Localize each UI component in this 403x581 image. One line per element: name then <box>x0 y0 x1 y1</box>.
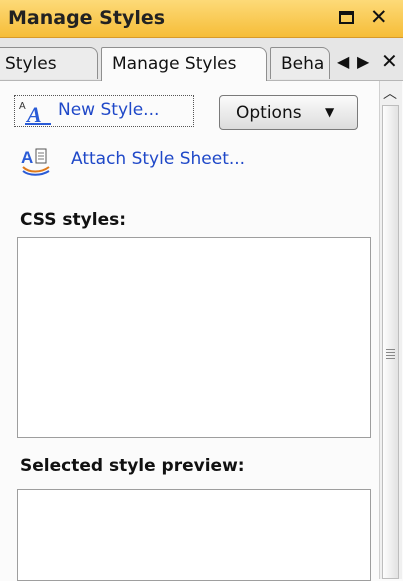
restore-icon[interactable] <box>339 11 354 24</box>
attach-style-sheet-icon: A <box>21 148 50 176</box>
css-styles-list[interactable] <box>17 237 371 438</box>
tab-label: Styles <box>5 54 57 74</box>
new-style-icon: A A <box>19 101 51 126</box>
new-style-label: New Style... <box>58 100 160 120</box>
window-title: Manage Styles <box>8 7 166 29</box>
tab-behaviors[interactable]: Beha <box>270 47 330 79</box>
tab-label: Beha <box>281 54 325 74</box>
grip-icon <box>386 349 395 359</box>
svg-text:A: A <box>21 148 33 167</box>
svg-text:A: A <box>25 102 42 126</box>
panel-content: A A New Style... Options ▼ A Attach Styl… <box>0 81 379 581</box>
attach-style-sheet-label: Attach Style Sheet... <box>71 149 246 169</box>
new-style-button[interactable]: A A New Style... <box>14 95 194 127</box>
selected-style-preview-label: Selected style preview: <box>20 456 245 476</box>
options-button[interactable]: Options ▼ <box>219 95 358 130</box>
close-tab-icon[interactable]: ✕ <box>381 49 398 73</box>
css-styles-label: CSS styles: <box>20 210 127 230</box>
title-bar: Manage Styles ✕ <box>0 0 403 38</box>
close-icon[interactable]: ✕ <box>370 5 388 29</box>
vertical-scrollbar[interactable]: ︿ <box>379 81 402 579</box>
tab-styles[interactable]: Styles <box>0 47 98 79</box>
tab-strip: Styles Manage Styles Beha ◀ ▶ ✕ <box>0 38 403 81</box>
chevron-down-icon: ▼ <box>325 105 335 119</box>
scroll-tabs-right-icon[interactable]: ▶ <box>357 53 369 71</box>
tab-manage-styles[interactable]: Manage Styles <box>101 47 267 81</box>
scroll-tabs-left-icon[interactable]: ◀ <box>337 53 349 71</box>
style-preview-box <box>17 489 371 581</box>
tab-label: Manage Styles <box>112 54 237 74</box>
scroll-up-icon[interactable]: ︿ <box>383 83 397 103</box>
svg-text:A: A <box>19 101 26 112</box>
scrollbar-thumb[interactable] <box>382 105 399 579</box>
options-label: Options <box>236 103 302 123</box>
